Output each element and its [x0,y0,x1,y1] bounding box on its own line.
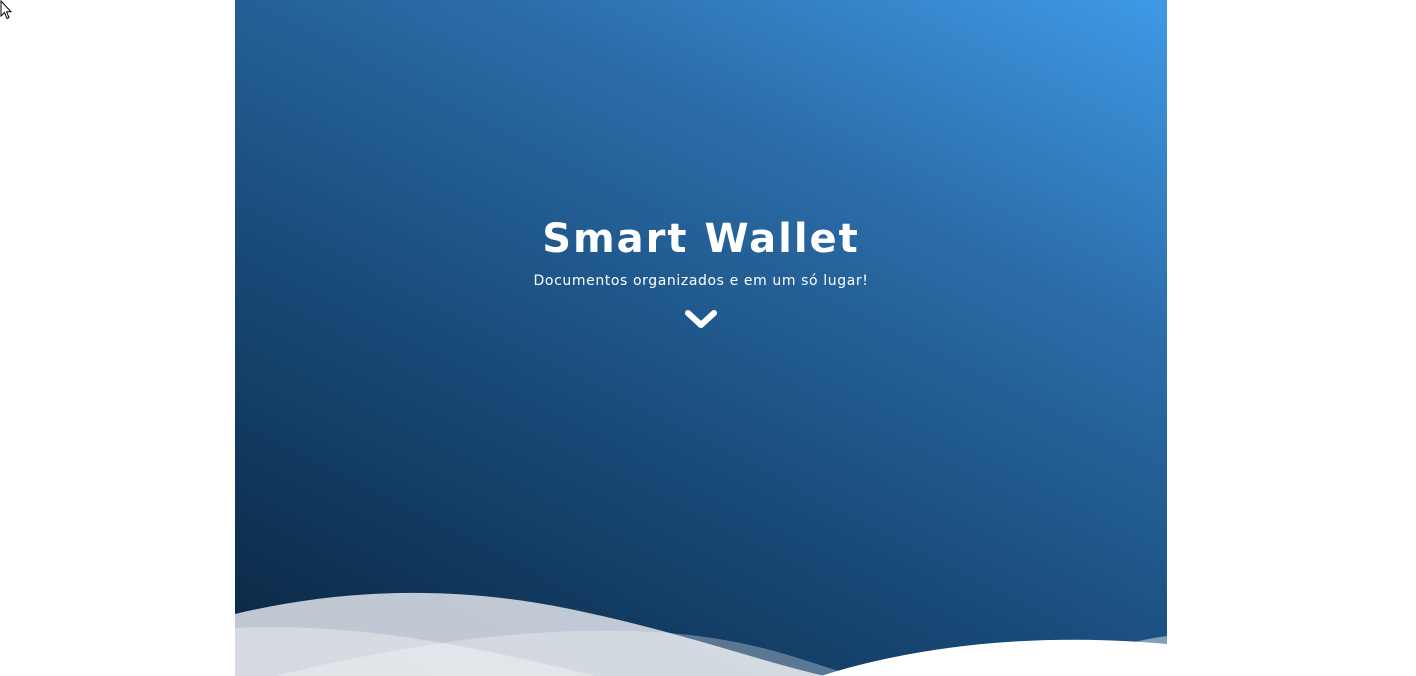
hero-subtitle: Documentos organizados e em um só lugar! [533,273,869,289]
chevron-down-icon [685,310,717,328]
wave-decoration [235,592,1167,676]
hero-content: Smart Wallet Documentos organizados e em… [235,214,1167,331]
hero-section: Smart Wallet Documentos organizados e em… [235,0,1167,676]
mouse-cursor-icon [0,0,12,20]
page-title: Smart Wallet [542,216,860,262]
page: Smart Wallet Documentos organizados e em… [0,0,1416,676]
scroll-down-button[interactable] [684,307,718,331]
